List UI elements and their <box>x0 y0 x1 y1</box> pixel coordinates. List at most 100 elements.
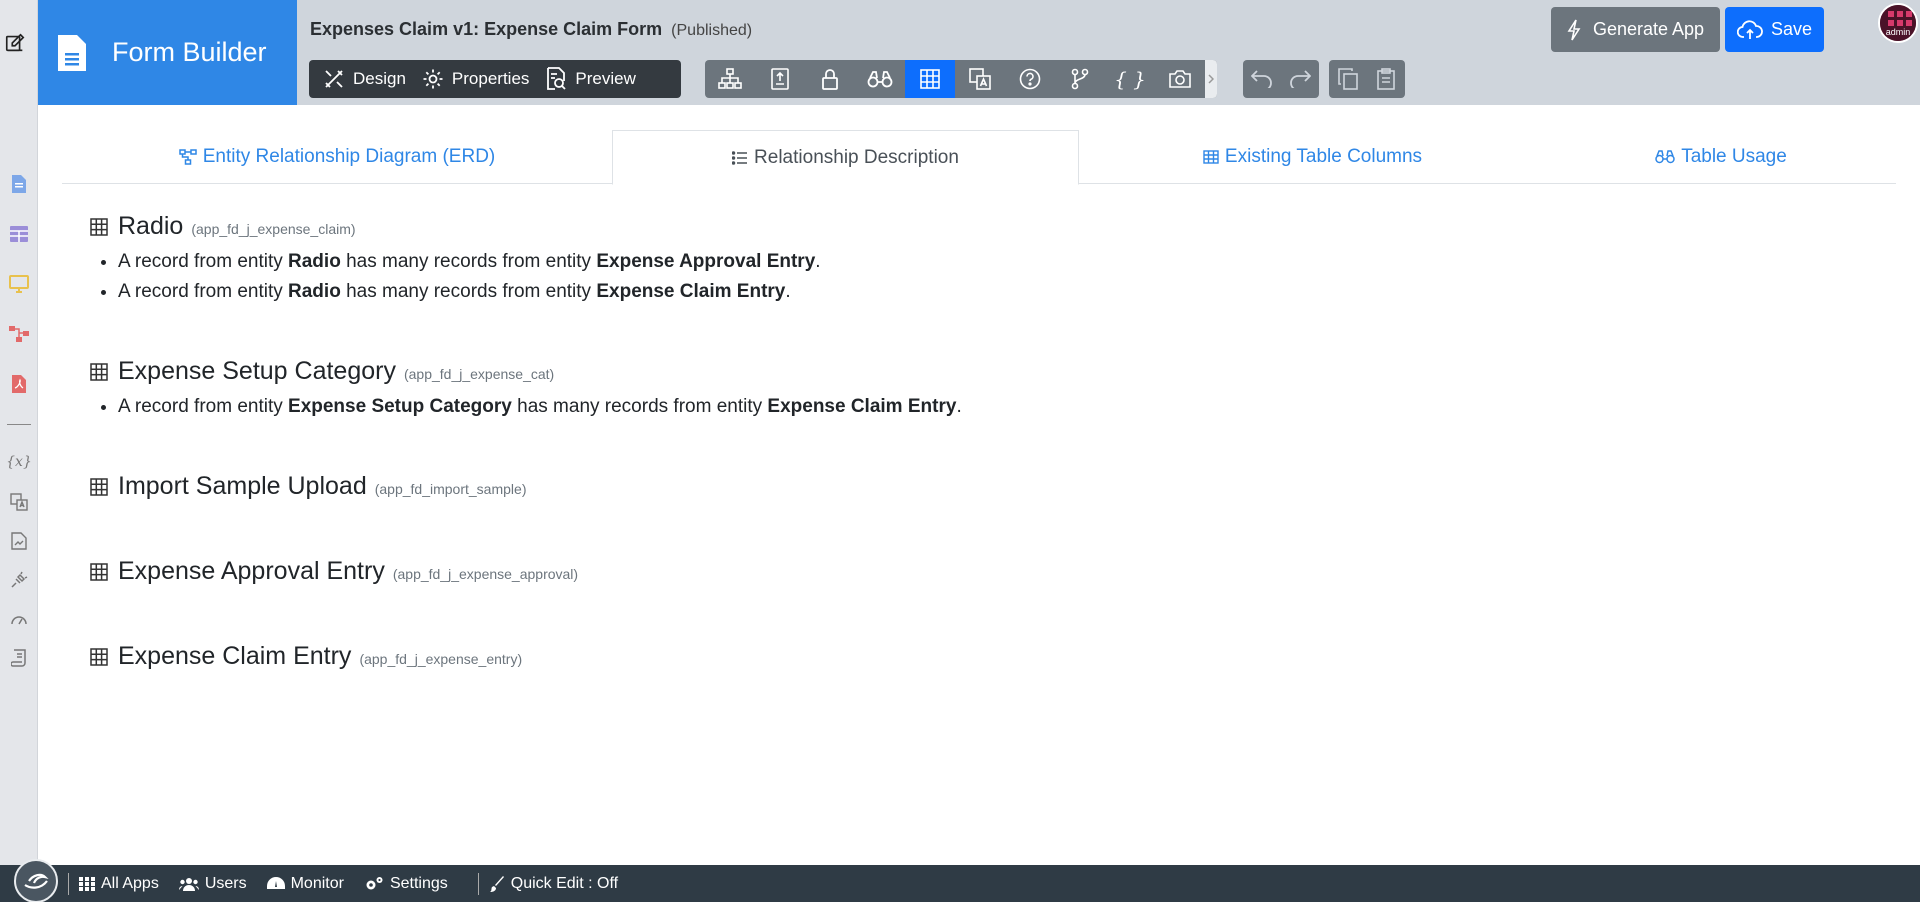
entity-section: Import Sample Upload (app_fd_import_samp… <box>90 472 526 501</box>
entity-section: Expense Setup Category (app_fd_j_expense… <box>90 357 962 422</box>
table-icon <box>1203 150 1219 164</box>
table-usage-tool-button[interactable] <box>855 60 905 98</box>
tab-erd-label: Entity Relationship Diagram (ERD) <box>202 146 496 167</box>
all-apps-label: All Apps <box>101 874 159 892</box>
properties-button[interactable]: Properties <box>414 60 537 98</box>
userview-icon[interactable] <box>8 273 30 295</box>
grid-icon <box>79 876 95 891</box>
copy-button[interactable] <box>1329 60 1367 98</box>
camera-icon <box>1169 70 1191 88</box>
tab-existing-table-columns-label: Existing Table Columns <box>1224 146 1423 167</box>
footer-divider <box>68 872 69 895</box>
upload-form-button[interactable] <box>755 60 805 98</box>
erd-icon <box>179 149 197 165</box>
footer-bar: All Apps Users Monitor Settings Quick Ed… <box>0 858 1920 902</box>
rail-divider <box>7 424 31 425</box>
tab-erd[interactable]: Entity Relationship Diagram (ERD) <box>62 130 612 184</box>
screenshot-button[interactable] <box>1155 60 1205 98</box>
tab-bar: Entity Relationship Diagram (ERD) Relati… <box>62 130 1896 185</box>
table-icon <box>90 363 108 381</box>
branch-button[interactable] <box>1055 60 1105 98</box>
list-icon <box>732 150 748 165</box>
undo-icon <box>1251 70 1272 88</box>
gears-icon <box>366 876 383 889</box>
json-button[interactable]: { } <box>1105 60 1155 98</box>
joget-logo[interactable] <box>14 858 58 902</box>
relationship-item: A record from entity Expense Setup Categ… <box>118 392 962 422</box>
entity-name: Expense Claim Entry <box>118 642 352 670</box>
all-apps-link[interactable]: All Apps <box>79 875 159 893</box>
avatar-label: admin <box>1885 27 1911 37</box>
redo-button[interactable] <box>1281 60 1319 98</box>
header: Expenses Claim v1: Expense Claim Form (P… <box>297 0 1920 105</box>
copy-icon <box>1338 68 1358 90</box>
entity-section: Expense Claim Entry (app_fd_j_expense_en… <box>90 642 522 671</box>
tab-existing-table-columns[interactable]: Existing Table Columns <box>1079 130 1546 184</box>
table-icon <box>90 648 108 666</box>
settings-link[interactable]: Settings <box>364 875 448 893</box>
form-icon[interactable] <box>8 173 30 195</box>
process-icon[interactable] <box>8 323 30 345</box>
save-button[interactable]: Save <box>1725 7 1824 52</box>
relationship-item: A record from entity Radio has many reco… <box>118 247 821 277</box>
help-button[interactable] <box>1005 60 1055 98</box>
tab-table-usage-label: Table Usage <box>1681 146 1787 167</box>
table-icon <box>920 69 940 89</box>
binoculars-icon <box>867 71 893 88</box>
users-link[interactable]: Users <box>178 874 247 893</box>
tree-structure-button[interactable] <box>705 60 755 98</box>
chevron-right-icon <box>1208 74 1214 84</box>
generate-app-label: Generate App <box>1592 19 1705 39</box>
preview-button[interactable]: Preview <box>537 60 643 98</box>
monitor-link[interactable]: Monitor <box>266 875 344 893</box>
save-label: Save <box>1770 19 1813 39</box>
entity-heading: Import Sample Upload (app_fd_import_samp… <box>90 472 526 501</box>
undo-redo-group <box>1243 60 1319 98</box>
tab-relationship-description-label: Relationship Description <box>754 146 959 168</box>
form-upload-icon <box>771 68 789 90</box>
tab-table-usage[interactable]: Table Usage <box>1546 130 1896 184</box>
users-label: Users <box>204 874 247 892</box>
form-title: Expenses Claim v1: Expense Claim Form (P… <box>310 19 752 40</box>
entity-heading: Expense Setup Category (app_fd_j_expense… <box>90 357 962 386</box>
entity-heading: Radio (app_fd_j_expense_claim) <box>90 212 821 241</box>
entity-heading: Expense Approval Entry (app_fd_j_expense… <box>90 557 578 586</box>
relationship-list: A record from entity Expense Setup Categ… <box>90 392 962 422</box>
entity-table-name: (app_fd_j_expense_entry) <box>359 651 523 667</box>
design-icon <box>325 70 343 88</box>
logs-icon[interactable] <box>8 647 30 669</box>
preview-icon <box>547 67 567 90</box>
generate-app-button[interactable]: Generate App <box>1551 7 1720 52</box>
entity-table-name: (app_fd_import_sample) <box>374 481 527 497</box>
brand-block: Form Builder <box>38 0 297 105</box>
design-button[interactable]: Design <box>315 60 414 98</box>
avatar[interactable]: admin <box>1878 3 1918 43</box>
translation-tool-button[interactable] <box>955 60 1005 98</box>
quick-edit-toggle[interactable]: Quick Edit : Off <box>489 875 618 893</box>
relationship-item: A record from entity Radio has many reco… <box>118 277 821 307</box>
translate-icon[interactable] <box>8 491 30 513</box>
pdf-icon[interactable] <box>8 373 30 395</box>
resources-icon[interactable] <box>8 530 30 552</box>
variables-icon[interactable]: {x} <box>6 451 32 473</box>
toolbar-scroll-right[interactable] <box>1205 60 1217 98</box>
plugin-icon[interactable] <box>8 569 30 591</box>
branch-icon <box>1071 68 1089 90</box>
tab-relationship-description[interactable]: Relationship Description <box>612 130 1079 185</box>
settings-label: Settings <box>389 874 448 892</box>
cloud-upload-icon <box>1736 19 1763 39</box>
table-icon <box>90 563 108 581</box>
form-builder-icon <box>58 34 86 71</box>
gauge-icon <box>266 876 285 889</box>
paste-button[interactable] <box>1367 60 1405 98</box>
datalist-icon[interactable] <box>8 223 30 245</box>
edit-icon[interactable] <box>4 32 26 54</box>
entity-name: Import Sample Upload <box>118 472 367 500</box>
performance-icon[interactable] <box>8 608 30 630</box>
undo-button[interactable] <box>1243 60 1281 98</box>
table-tool-button[interactable] <box>905 60 955 98</box>
copy-paste-group <box>1329 60 1405 98</box>
permission-button[interactable] <box>805 60 855 98</box>
tools-toolbar: { } <box>705 60 1217 98</box>
entity-name: Expense Setup Category <box>118 357 396 385</box>
